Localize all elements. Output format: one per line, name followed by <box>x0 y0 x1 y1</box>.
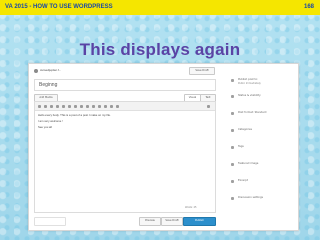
author-line: cursedjupiter.f... <box>40 68 62 72</box>
avatar-icon <box>34 69 38 73</box>
italic-icon[interactable] <box>44 105 47 108</box>
sidebar-publish[interactable]: Publish post to: Public Immediately <box>229 76 293 86</box>
bold-icon[interactable] <box>38 105 41 108</box>
slide-header-title: VA 2015 - HOW TO USE WORDPRESS <box>5 4 113 10</box>
folder-icon <box>231 129 234 132</box>
image-icon <box>231 163 234 166</box>
comment-icon <box>231 197 234 200</box>
slide-heading: This displays again <box>79 40 241 59</box>
post-title-input[interactable]: Beginng <box>34 79 216 91</box>
slide-page-number: 168 <box>303 4 314 10</box>
sidebar-categories[interactable]: Categories <box>229 126 293 136</box>
preview-button[interactable]: Preview <box>139 217 161 226</box>
content-line-3: See you all <box>38 125 52 129</box>
link-icon[interactable] <box>98 105 101 108</box>
sidebar-label: Excerpt <box>238 179 248 182</box>
sidebar-label: Status & visibility <box>238 94 261 97</box>
align-center-icon[interactable] <box>86 105 89 108</box>
save-draft-top-button[interactable]: Save Draft <box>189 67 215 75</box>
sidebar-label: Post format: Standard <box>238 111 267 114</box>
unlink-icon[interactable] <box>104 105 107 108</box>
content-line-2: I am very welcome ! <box>38 119 63 123</box>
tag-icon <box>231 146 234 149</box>
sidebar-excerpt[interactable]: Excerpt <box>229 177 293 187</box>
numbered-list-icon[interactable] <box>62 105 65 108</box>
bullet-list-icon[interactable] <box>56 105 59 108</box>
excerpt-icon <box>231 180 234 183</box>
save-draft-button[interactable]: Save Draft <box>161 217 183 226</box>
add-media-label: Add Media <box>39 96 53 99</box>
sidebar-post-format[interactable]: Post format: Standard <box>229 109 293 119</box>
fullscreen-icon[interactable] <box>207 105 210 108</box>
sidebar-discussion[interactable]: Discussion settings <box>229 194 293 204</box>
calendar-icon <box>231 79 234 82</box>
sidebar-label: Featured image <box>238 162 259 165</box>
eye-icon <box>231 95 234 98</box>
bottom-left-field[interactable] <box>34 217 66 226</box>
wordpress-editor-screenshot: cursedjupiter.f... Save Draft Beginng Ad… <box>28 63 299 231</box>
sidebar-label: Publish post to: <box>238 78 258 81</box>
align-right-icon[interactable] <box>92 105 95 108</box>
publish-button[interactable]: Publish <box>183 217 216 226</box>
sidebar-tags[interactable]: Tags <box>229 143 293 153</box>
word-count: Words: 25 <box>185 206 197 209</box>
content-line-1: Hello every body. This is a post of a po… <box>38 113 111 117</box>
toolbar-toggle-icon[interactable] <box>116 105 119 108</box>
hr-icon[interactable] <box>74 105 77 108</box>
quote-icon[interactable] <box>68 105 71 108</box>
slide-header-bar: VA 2015 - HOW TO USE WORDPRESS 168 <box>0 0 320 15</box>
sidebar-status[interactable]: Status & visibility <box>229 92 293 102</box>
align-left-icon[interactable] <box>80 105 83 108</box>
editor-toolbar <box>35 102 215 111</box>
post-title-text: Beginng <box>39 82 58 88</box>
sidebar-sublabel: Public Immediately <box>238 82 261 85</box>
more-tag-icon[interactable] <box>110 105 113 108</box>
strikethrough-icon[interactable] <box>50 105 53 108</box>
sidebar-label: Categories <box>238 128 252 131</box>
post-content-editor[interactable]: Hello every body. This is a post of a po… <box>34 101 216 213</box>
format-icon <box>231 112 234 115</box>
sidebar-featured-image[interactable]: Featured image <box>229 160 293 170</box>
sidebar-label: Discussion settings <box>238 196 263 199</box>
sidebar-label: Tags <box>238 145 244 148</box>
